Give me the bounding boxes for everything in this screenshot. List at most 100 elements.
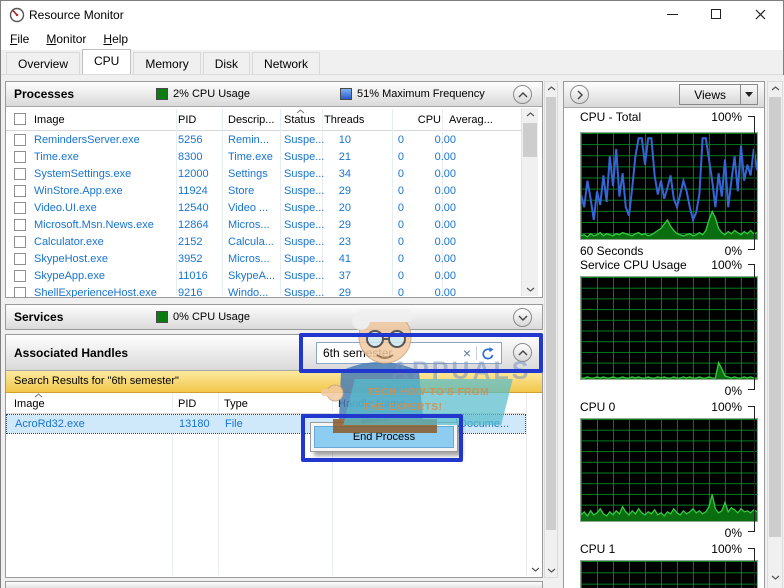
cell-description: Windo... — [228, 287, 269, 297]
cell-pid: 11924 — [178, 185, 208, 197]
column-status[interactable]: Status — [284, 114, 315, 126]
process-row[interactable]: Microsoft.Msn.News.exe 12864 Micros... Susp… — [6, 217, 525, 234]
cell-image: SkypeHost.exe — [34, 253, 108, 265]
graph-min-label: 0% — [724, 244, 742, 258]
scroll-up-icon[interactable] — [522, 108, 538, 121]
maximize-button[interactable] — [694, 1, 738, 27]
tab-memory[interactable]: Memory — [133, 52, 201, 74]
column-image[interactable]: Image — [14, 398, 45, 410]
process-checkbox[interactable] — [14, 168, 26, 180]
menu-monitor[interactable]: Monitor — [46, 32, 86, 46]
process-checkbox[interactable] — [14, 151, 26, 163]
scrollbar-thumb[interactable] — [523, 123, 537, 157]
cell-cpu: 0 — [397, 134, 404, 146]
views-dropdown-arrow-icon[interactable] — [740, 85, 757, 104]
cell-average: 0.00 — [434, 287, 456, 297]
tab-overview[interactable]: Overview — [6, 52, 81, 74]
processes-scrollbar[interactable] — [521, 108, 538, 296]
cell-threads: 29 — [338, 185, 351, 197]
column-type[interactable]: Type — [224, 398, 248, 410]
cell-description: Micros... — [228, 253, 270, 265]
processes-collapse-button[interactable] — [513, 85, 532, 104]
services-cpu-swatch — [156, 311, 168, 323]
services-cpu-label: 0% CPU Usage — [173, 311, 251, 323]
graph-title: CPU - Total — [580, 110, 642, 124]
scroll-down-icon[interactable] — [768, 571, 782, 584]
column-cpu[interactable]: CPU — [396, 114, 441, 126]
process-checkbox[interactable] — [14, 270, 26, 282]
graph-cpu-total: CPU - Total 100% 60 Seconds 0% — [564, 110, 764, 258]
column-pid[interactable]: PID — [178, 398, 196, 410]
cell-pid: 11016 — [178, 270, 208, 282]
column-pid[interactable]: PID — [178, 114, 196, 126]
graph-bracket — [748, 406, 755, 532]
cell-image: Video.UI.exe — [34, 202, 97, 214]
process-row[interactable]: ShellExperienceHost.exe 9216 Windo... Suspe… — [6, 285, 525, 297]
tab-network[interactable]: Network — [252, 52, 321, 74]
scroll-up-icon[interactable] — [768, 82, 782, 95]
handles-table-header: Image PID Type Handle Name — [6, 393, 525, 414]
scroll-up-icon[interactable] — [545, 82, 557, 95]
process-checkbox[interactable] — [14, 253, 26, 265]
cell-average: 0.00 — [434, 253, 456, 265]
graphs-panel: Views CPU - Total 100% 60 Seconds 0% Ser… — [563, 81, 765, 588]
process-checkbox[interactable] — [14, 219, 26, 231]
cell-description: Calcula... — [228, 236, 274, 248]
column-image[interactable]: Image — [34, 114, 65, 126]
graph-plot-area — [580, 560, 758, 588]
select-all-checkbox[interactable] — [14, 113, 26, 125]
process-checkbox[interactable] — [14, 202, 26, 214]
process-row[interactable]: WinStore.App.exe 11924 Store Suspe... 29 0 0.0… — [6, 183, 525, 200]
scroll-down-icon[interactable] — [522, 283, 538, 296]
views-button[interactable]: Views — [679, 84, 758, 105]
expand-panel-button[interactable] — [570, 85, 589, 104]
scroll-down-icon[interactable] — [527, 563, 542, 576]
process-checkbox[interactable] — [14, 134, 26, 146]
handles-scrollbar[interactable] — [526, 393, 542, 576]
process-row[interactable]: Video.UI.exe 12540 Video ... Suspe... 20 0 0.0… — [6, 200, 525, 217]
left-panel-scrollbar[interactable] — [544, 81, 558, 578]
menu-file[interactable]: File — [10, 32, 29, 46]
services-expand-button[interactable] — [513, 308, 532, 327]
close-button[interactable] — [738, 1, 782, 27]
column-description[interactable]: Descrip... — [228, 114, 274, 126]
scrollbar-thumb[interactable] — [769, 97, 781, 537]
process-row[interactable]: SkypeApp.exe 11016 SkypeA... Suspe... 37 0 0.0… — [6, 268, 525, 285]
process-row[interactable]: Calculator.exe 2152 Calcula... Suspe... 23 0 0… — [6, 234, 525, 251]
graph-min-label: 0% — [724, 384, 742, 398]
process-row[interactable]: Time.exe 8300 Time.exe Suspe... 21 0 0.00 — [6, 149, 525, 166]
cpu-usage-swatch — [156, 88, 168, 100]
cell-threads: 41 — [338, 253, 351, 265]
column-average[interactable]: Averag... — [449, 114, 493, 126]
scroll-down-icon[interactable] — [545, 564, 557, 577]
process-row[interactable]: RemindersServer.exe 5256 Remin... Suspe... 1… — [6, 132, 525, 149]
cell-pid: 12864 — [178, 219, 209, 231]
graph-max-label: 100% — [711, 542, 742, 556]
cell-image: Calculator.exe — [34, 236, 104, 248]
process-row[interactable]: SystemSettings.exe 12000 Settings Suspe... 3… — [6, 166, 525, 183]
process-checkbox[interactable] — [14, 185, 26, 197]
menu-help[interactable]: Help — [103, 32, 128, 46]
graph-bracket — [748, 116, 755, 250]
search-results-banner: Search Results for "6th semester" — [6, 371, 542, 393]
cell-cpu: 0 — [397, 151, 404, 163]
annotation-search-highlight — [299, 333, 543, 373]
process-checkbox[interactable] — [14, 236, 26, 248]
column-handle-name[interactable]: Handle Name — [338, 398, 405, 410]
cell-pid: 3952 — [178, 253, 203, 265]
scrollbar-thumb[interactable] — [546, 97, 556, 530]
tab-disk[interactable]: Disk — [202, 52, 251, 74]
cell-threads: 29 — [338, 287, 351, 297]
processes-table-header: Image PID Descrip... Status Threads CPU … — [6, 108, 525, 131]
process-checkbox[interactable] — [14, 287, 26, 297]
graph-max-label: 100% — [711, 400, 742, 414]
minimize-button[interactable] — [650, 1, 694, 27]
tab-cpu[interactable]: CPU — [82, 49, 132, 74]
column-threads[interactable]: Threads — [324, 114, 364, 126]
cell-pid: 12540 — [178, 202, 209, 214]
cell-average: 0.00 — [434, 151, 456, 163]
process-row[interactable]: SkypeHost.exe 3952 Micros... Suspe... 41 0 0.0… — [6, 251, 525, 268]
cell-threads: 34 — [338, 168, 351, 180]
graphs-panel-scrollbar[interactable] — [767, 81, 783, 588]
cell-description: Time.exe — [228, 151, 273, 163]
